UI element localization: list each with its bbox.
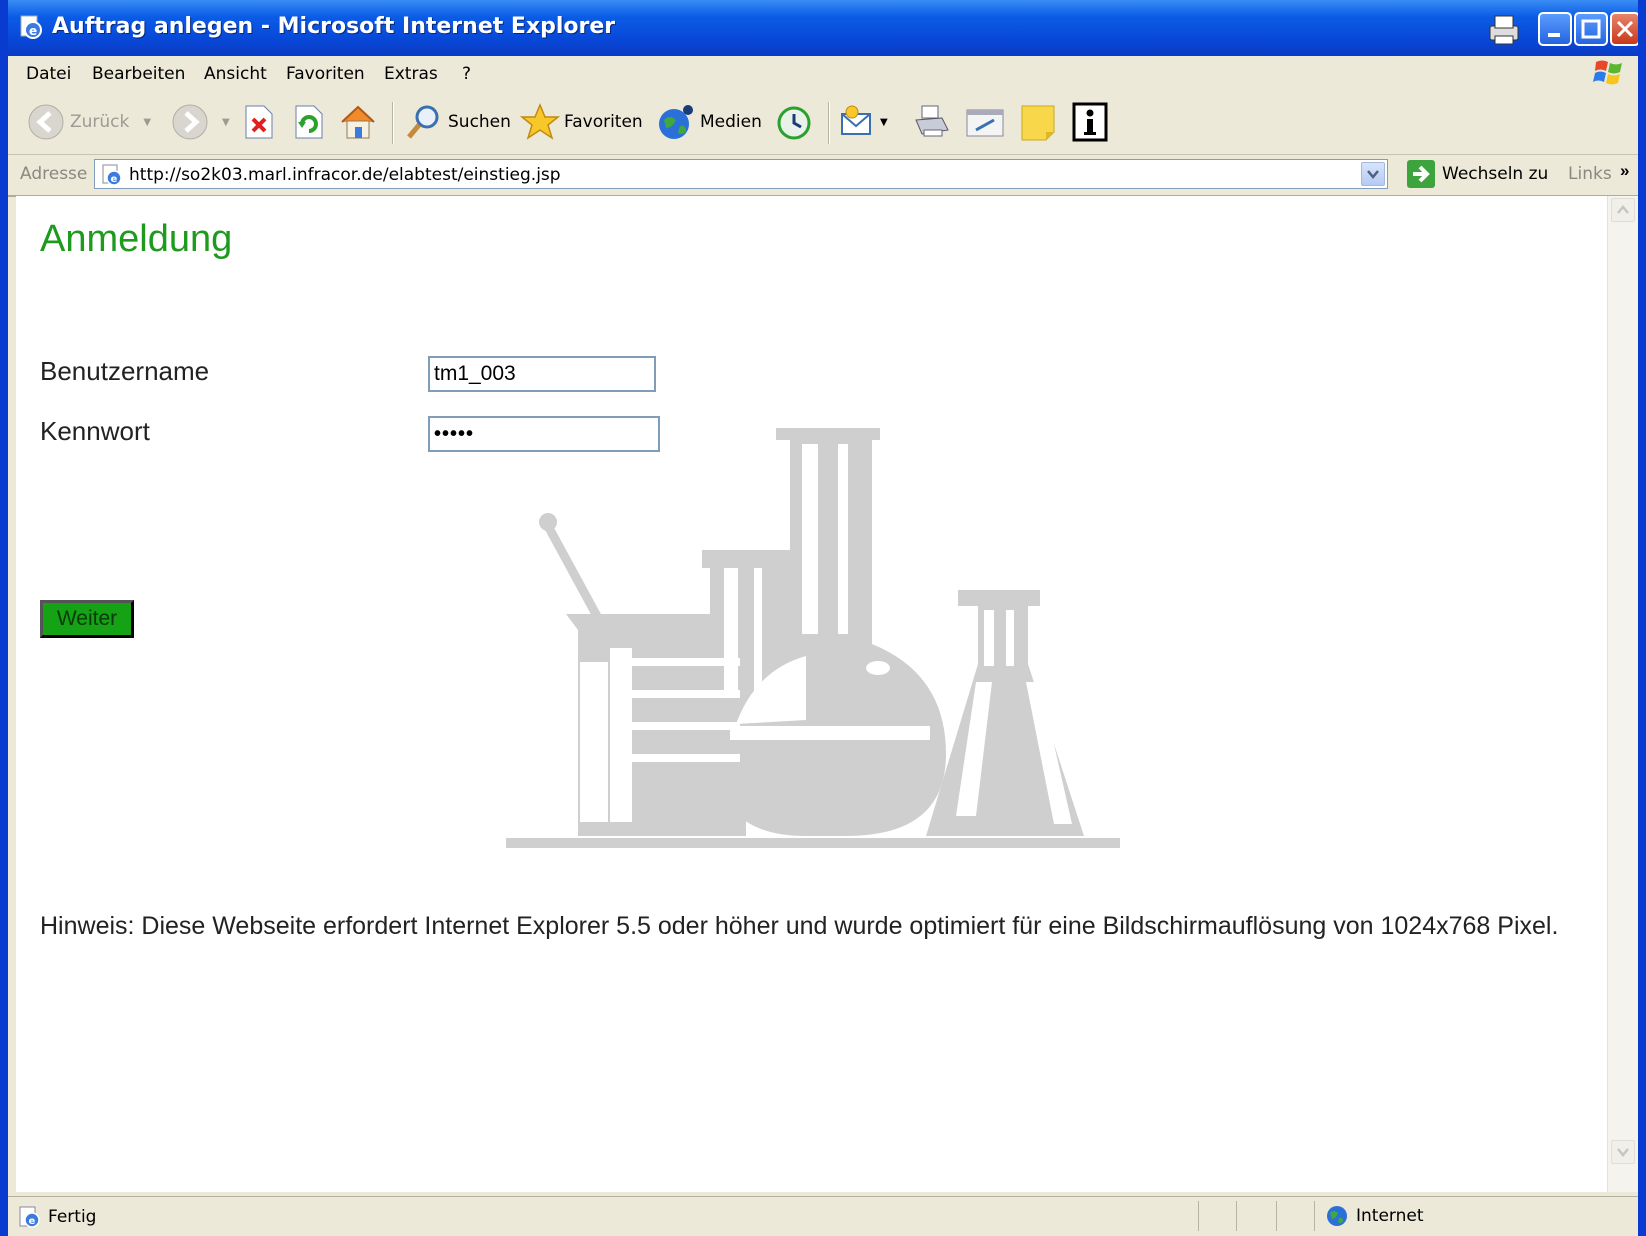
address-input[interactable]: e http://so2k03.marl.infracor.de/elabtes… (94, 159, 1388, 189)
home-icon (341, 105, 375, 139)
forward-arrow-icon (172, 104, 208, 140)
window-title: Auftrag anlegen - Microsoft Internet Exp… (52, 14, 616, 39)
media-globe-icon (659, 105, 693, 139)
go-label: Wechseln zu (1442, 164, 1549, 184)
chevron-down-icon (1367, 170, 1379, 179)
password-label: Kennwort (40, 416, 150, 446)
back-label: Zurück (70, 112, 130, 132)
history-icon (777, 106, 811, 140)
stop-icon (245, 105, 273, 139)
back-arrow-icon (28, 104, 64, 140)
close-button[interactable] (1610, 12, 1638, 46)
status-divider (1198, 1201, 1199, 1231)
toolbar-separator (828, 102, 829, 144)
menu-bar: Datei Bearbeiten Ansicht Favoriten Extra… (8, 56, 1638, 93)
go-button[interactable]: Wechseln zu (1406, 159, 1548, 189)
edit-page-icon (966, 109, 1004, 137)
maximize-button[interactable] (1574, 12, 1608, 46)
info-icon (1072, 102, 1108, 142)
mail-icon (841, 105, 871, 135)
printer-icon (915, 105, 949, 137)
weiter-button[interactable]: Weiter (40, 600, 134, 638)
standard-toolbar: Zurück ▼ ▼ Suchen Favoriten Medien ▼ (8, 92, 1638, 155)
search-button[interactable]: Suchen (404, 100, 511, 144)
menu-help[interactable]: ? (462, 64, 471, 84)
info-button[interactable] (1070, 100, 1110, 144)
svg-text:e: e (111, 174, 118, 185)
forward-dropdown-icon[interactable]: ▼ (222, 117, 230, 128)
favorites-button[interactable]: Favoriten (520, 100, 643, 144)
security-zone[interactable]: Internet (1326, 1205, 1424, 1227)
back-dropdown-icon[interactable]: ▼ (143, 117, 151, 128)
globe-icon (1327, 1206, 1347, 1226)
toolbar-separator (392, 102, 393, 144)
username-input[interactable] (428, 356, 656, 392)
forward-button[interactable]: ▼ (170, 100, 230, 144)
more-chevron-icon[interactable]: » (1620, 161, 1629, 181)
chevron-up-icon (1617, 205, 1629, 214)
links-toolbar[interactable]: Links (1568, 164, 1612, 184)
refresh-button[interactable] (290, 100, 326, 144)
address-label: Adresse (20, 164, 88, 184)
address-url: http://so2k03.marl.infracor.de/elabtest/… (129, 165, 561, 185)
laboratory-glassware-image (506, 428, 1120, 848)
discuss-button[interactable] (1018, 100, 1058, 144)
favorites-label: Favoriten (564, 112, 643, 132)
page-content: Anmeldung Benutzername Kennwort Weiter (16, 196, 1612, 1192)
ie-page-icon: e (20, 15, 42, 39)
menu-bearbeiten[interactable]: Bearbeiten (92, 64, 185, 84)
mail-dropdown-icon[interactable]: ▼ (880, 117, 888, 128)
search-label: Suchen (448, 112, 511, 132)
note-icon (1021, 105, 1055, 141)
zone-label: Internet (1356, 1206, 1424, 1226)
media-button[interactable]: Medien (656, 100, 762, 144)
vertical-scrollbar[interactable] (1607, 196, 1638, 1192)
address-dropdown-button[interactable] (1361, 162, 1385, 186)
status-text: Fertig (48, 1207, 97, 1227)
status-divider (1314, 1201, 1315, 1231)
home-button[interactable] (338, 100, 378, 144)
menu-ansicht[interactable]: Ansicht (204, 64, 267, 84)
status-bar: e Fertig Internet (8, 1196, 1638, 1236)
print-button[interactable] (912, 100, 952, 144)
star-icon (520, 103, 560, 140)
minimize-button[interactable] (1538, 12, 1572, 46)
windows-logo-icon (1593, 60, 1622, 85)
chevron-down-icon (1617, 1148, 1629, 1157)
back-button[interactable]: Zurück ▼ (26, 100, 151, 144)
ie-page-icon: e (102, 164, 122, 186)
scroll-up-button[interactable] (1611, 198, 1635, 222)
address-bar: Adresse e http://so2k03.marl.infracor.de… (8, 155, 1638, 197)
history-button[interactable] (774, 100, 814, 144)
scroll-down-button[interactable] (1611, 1140, 1635, 1164)
menu-extras[interactable]: Extras (384, 64, 438, 84)
status-divider (1236, 1201, 1237, 1231)
status-divider (1276, 1201, 1277, 1231)
ie-page-icon: e (19, 1206, 40, 1228)
svg-text:e: e (29, 24, 37, 38)
search-icon (407, 105, 439, 139)
page-title: Anmeldung (40, 218, 233, 260)
go-arrow-icon (1407, 160, 1435, 188)
refresh-icon (295, 105, 323, 139)
menu-datei[interactable]: Datei (26, 64, 71, 84)
stop-button[interactable] (240, 100, 276, 144)
title-bar[interactable]: e Auftrag anlegen - Microsoft Internet E… (8, 0, 1638, 56)
print-icon[interactable] (1484, 12, 1524, 48)
mail-button[interactable]: ▼ (838, 100, 888, 144)
browser-window: e Auftrag anlegen - Microsoft Internet E… (0, 0, 1646, 1236)
media-label: Medien (700, 112, 762, 132)
edit-button[interactable] (964, 100, 1006, 144)
svg-text:e: e (29, 1216, 36, 1227)
browser-hint-text: Hinweis: Diese Webseite erfordert Intern… (40, 912, 1559, 940)
menu-favoriten[interactable]: Favoriten (286, 64, 365, 84)
username-label: Benutzername (40, 356, 210, 386)
